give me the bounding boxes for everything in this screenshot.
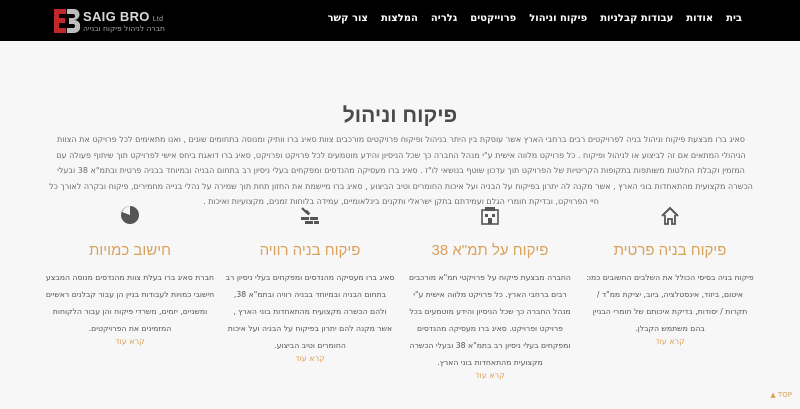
services-row: פיקוח בניה פרטית פיקוח בניה בסיסי הכולל … bbox=[0, 204, 800, 384]
service-title: פיקוח בניה פרטית bbox=[613, 242, 727, 259]
nav-item-gallery[interactable]: גלריה bbox=[431, 13, 457, 24]
service-tama-38: פיקוח על תמ"א 38 החברה מבצעת פיקוח על פר… bbox=[405, 204, 575, 382]
pie-chart-icon bbox=[121, 206, 139, 224]
service-text: חברת סאיג ברו בעלת צוות מהנדסים מנוסה המ… bbox=[45, 273, 215, 333]
nav-item-projects[interactable]: פרוייקטים bbox=[470, 13, 516, 24]
logo-tagline: חברה לניהול פיקוח ובנייה bbox=[83, 24, 165, 33]
service-quantity-calculation: חישוב כמויות חברת סאיג ברו בעלת צוות מהנ… bbox=[45, 204, 215, 382]
arrow-up-icon: ▲ bbox=[770, 391, 776, 399]
service-text: פיקוח בניה בסיסי הכולל את השלבים החשובים… bbox=[586, 273, 754, 333]
service-residential-construction: פיקוח בניה רוויה סאיג ברו מעסיקה מהנדסים… bbox=[225, 204, 395, 382]
service-title: חישוב כמויות bbox=[89, 242, 171, 259]
read-more-link[interactable]: קרא עוד bbox=[225, 354, 395, 363]
page-title: פיקוח וניהול bbox=[342, 104, 458, 128]
bricks-icon bbox=[301, 207, 319, 224]
service-title: פיקוח על תמ"א 38 bbox=[431, 242, 549, 259]
service-title: פיקוח בניה רוויה bbox=[259, 242, 361, 259]
logo-brand: SAIG BRO Ltd bbox=[83, 9, 164, 24]
read-more-link[interactable]: קרא עוד bbox=[405, 371, 575, 380]
main-nav: בית אודות עבודות קבלניות פיקוח וניהול פר… bbox=[328, 13, 742, 24]
intro-text: סאיג ברו מבצעת פיקוח וניהול בניה לפרויקט… bbox=[49, 135, 753, 206]
logo-mark-icon bbox=[54, 9, 80, 33]
nav-item-contracting[interactable]: עבודות קבלניות bbox=[600, 13, 673, 24]
service-text: החברה מבצעת פיקוח על פרויקטי תמ"א מורכבי… bbox=[409, 273, 571, 367]
service-text: סאיג ברו מעסיקה מהנדסים ומפקחים בעלי ניס… bbox=[225, 273, 395, 350]
house-icon bbox=[661, 206, 679, 225]
read-more-link[interactable]: קרא עוד bbox=[585, 337, 755, 346]
nav-item-home[interactable]: בית bbox=[726, 13, 742, 24]
nav-item-contact[interactable]: צור קשר bbox=[328, 13, 368, 24]
nav-item-about[interactable]: אודות bbox=[686, 13, 713, 24]
read-more-link[interactable]: קרא עוד bbox=[45, 337, 215, 346]
logo[interactable]: SAIG BRO Ltd חברה לניהול פיקוח ובנייה bbox=[50, 6, 170, 36]
building-38-icon bbox=[481, 207, 499, 225]
nav-item-recommendations[interactable]: המלצות bbox=[381, 13, 418, 24]
back-to-top-link[interactable]: ▲ TOP bbox=[770, 391, 792, 399]
service-private-construction: פיקוח בניה פרטית פיקוח בניה בסיסי הכולל … bbox=[585, 204, 755, 382]
top-navbar: SAIG BRO Ltd חברה לניהול פיקוח ובנייה בית… bbox=[0, 0, 800, 41]
nav-item-supervision[interactable]: פיקוח וניהול bbox=[529, 13, 587, 24]
